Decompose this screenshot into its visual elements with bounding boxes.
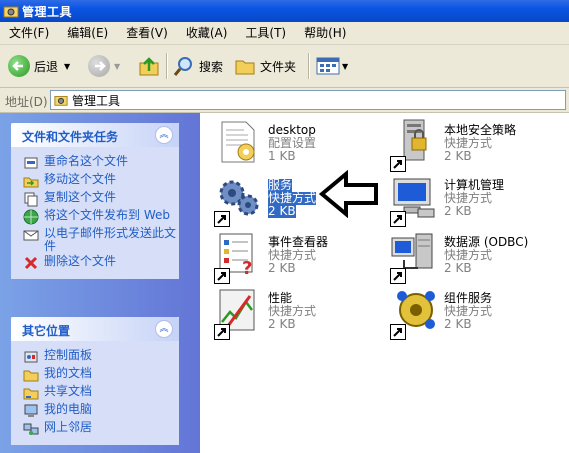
annotation-arrow-icon <box>318 170 378 218</box>
panel-title: 其它位置 <box>22 324 71 338</box>
menu-view[interactable]: 查看(V) <box>117 22 177 44</box>
forward-button[interactable]: ▼ <box>88 53 120 79</box>
other-places-panel: 其它位置 ︽ 控制面板 我的文档 共享文档 我的电脑 网上邻居 <box>11 317 179 445</box>
task-email[interactable]: 以电子邮件形式发送此文件 <box>23 227 179 253</box>
search-button[interactable]: 搜索 <box>173 53 223 79</box>
place-my-computer[interactable]: 我的电脑 <box>23 403 179 419</box>
shortcut-arrow-icon <box>390 156 406 172</box>
shortcut-arrow-icon <box>214 324 230 340</box>
move-icon <box>23 177 39 188</box>
computer-icon <box>24 404 38 417</box>
file-item-performance[interactable]: 性能 快捷方式 2 KB <box>214 286 389 340</box>
folder-icon <box>23 370 39 382</box>
address-value: 管理工具 <box>72 93 121 108</box>
file-tasks-header[interactable]: 文件和文件夹任务 ︽ <box>11 123 179 147</box>
task-rename[interactable]: 重命名这个文件 <box>23 155 179 171</box>
panel-title: 文件和文件夹任务 <box>22 130 119 144</box>
back-button[interactable]: 后退 ▼ <box>8 53 70 79</box>
shortcut-arrow-icon <box>214 211 230 227</box>
toolbar-separator <box>166 53 168 79</box>
menu-tools[interactable]: 工具(T) <box>236 22 295 44</box>
place-my-documents[interactable]: 我的文档 <box>23 367 179 383</box>
task-pane: 文件和文件夹任务 ︽ 重命名这个文件 移动这个文件 复制这个文件 将这个文件发布… <box>0 113 200 453</box>
file-item-event-viewer[interactable]: ? 事件查看器 快捷方式 2 KB <box>214 230 389 284</box>
address-label: 地址(D) <box>5 95 48 109</box>
task-delete[interactable]: 删除这个文件 <box>23 255 179 271</box>
file-item-odbc[interactable]: 数据源 (ODBC) 快捷方式 2 KB <box>390 230 565 284</box>
place-control-panel[interactable]: 控制面板 <box>23 349 179 365</box>
forward-dropdown-icon[interactable]: ▼ <box>114 62 120 71</box>
up-folder-button[interactable] <box>138 53 160 79</box>
menu-help[interactable]: 帮助(H) <box>295 22 355 44</box>
forward-arrow-icon <box>88 55 110 77</box>
back-dropdown-icon[interactable]: ▼ <box>64 62 70 71</box>
address-input[interactable]: 管理工具 <box>50 90 566 110</box>
delete-icon <box>24 256 38 270</box>
shortcut-arrow-icon <box>390 324 406 340</box>
views-button[interactable]: ▼ <box>316 53 348 79</box>
title-bar[interactable]: 管理工具 <box>0 0 569 22</box>
control-panel-icon <box>24 351 38 363</box>
toolbar-separator <box>308 53 310 79</box>
globe-icon <box>23 209 39 225</box>
other-places-header[interactable]: 其它位置 ︽ <box>11 317 179 341</box>
task-copy[interactable]: 复制这个文件 <box>23 191 179 207</box>
up-folder-icon <box>139 57 159 76</box>
views-dropdown-icon[interactable]: ▼ <box>342 62 348 71</box>
window-title: 管理工具 <box>22 5 73 19</box>
search-icon <box>173 57 192 76</box>
email-icon <box>23 230 39 241</box>
svg-text:?: ? <box>242 258 252 278</box>
file-view: desktop 配置设置 1 KB 本地安全策略 快捷方式 2 KB 服务 快捷… <box>200 113 569 453</box>
shortcut-arrow-icon <box>214 268 230 284</box>
network-icon <box>23 423 39 435</box>
views-icon <box>316 57 340 75</box>
shortcut-arrow-icon <box>390 268 406 284</box>
admin-tools-icon <box>54 96 68 106</box>
config-file-icon <box>221 121 255 163</box>
rename-icon <box>24 157 38 169</box>
menu-edit[interactable]: 编辑(E) <box>58 22 117 44</box>
folder-icon <box>235 60 255 75</box>
file-item-desktop[interactable]: desktop 配置设置 1 KB <box>214 118 389 172</box>
collapse-icon[interactable]: ︽ <box>155 320 173 338</box>
file-item-local-security-policy[interactable]: 本地安全策略 快捷方式 2 KB <box>390 118 565 172</box>
menu-favorites[interactable]: 收藏(A) <box>177 22 237 44</box>
file-tasks-panel: 文件和文件夹任务 ︽ 重命名这个文件 移动这个文件 复制这个文件 将这个文件发布… <box>11 123 179 279</box>
menu-bar: 文件(F) 编辑(E) 查看(V) 收藏(A) 工具(T) 帮助(H) <box>0 22 569 45</box>
collapse-icon[interactable]: ︽ <box>155 126 173 144</box>
shortcut-arrow-icon <box>390 211 406 227</box>
address-bar: 地址(D) 管理工具 <box>0 88 569 113</box>
copy-icon <box>24 192 38 207</box>
task-publish-web[interactable]: 将这个文件发布到 Web <box>23 209 179 225</box>
folders-button[interactable]: 文件夹 <box>234 53 296 79</box>
file-item-component-services[interactable]: 组件服务 快捷方式 2 KB <box>390 286 565 340</box>
admin-tools-icon <box>3 6 19 18</box>
file-item-computer-management[interactable]: 计算机管理 快捷方式 2 KB <box>390 173 565 227</box>
toolbar: 后退 ▼ ▼ 搜索 文件夹 ▼ <box>0 45 569 88</box>
place-network[interactable]: 网上邻居 <box>23 421 179 437</box>
task-move[interactable]: 移动这个文件 <box>23 173 179 189</box>
menu-file[interactable]: 文件(F) <box>0 22 58 44</box>
shared-folder-icon <box>23 388 39 400</box>
place-shared-documents[interactable]: 共享文档 <box>23 385 179 401</box>
back-arrow-icon <box>8 55 30 77</box>
